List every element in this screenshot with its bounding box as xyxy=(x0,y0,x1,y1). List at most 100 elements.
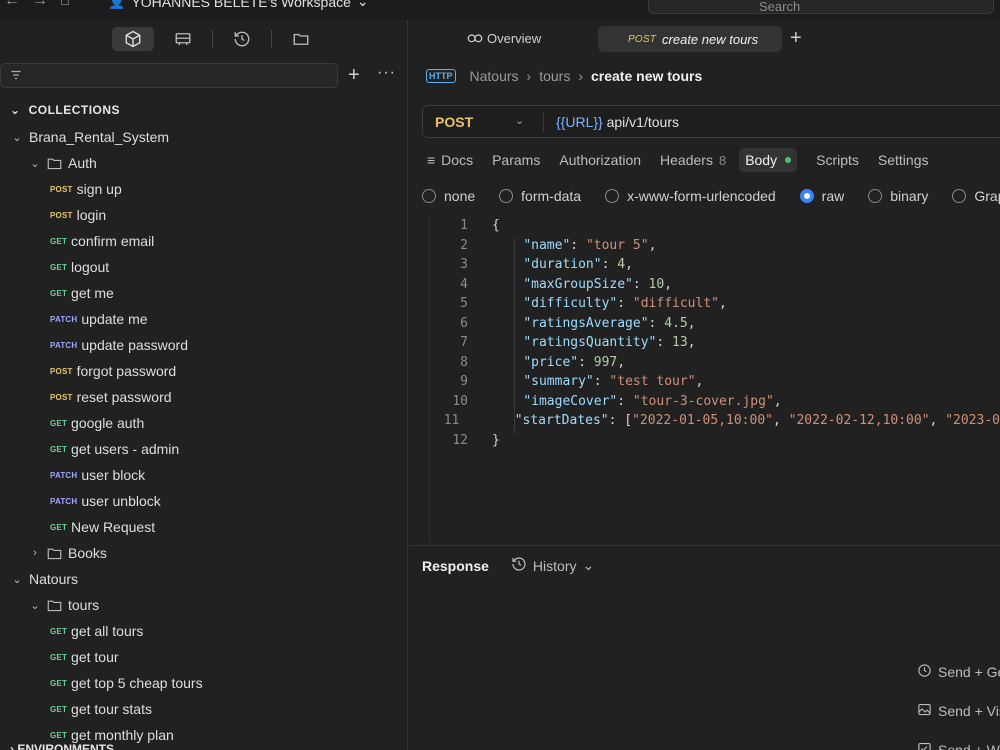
filter-icon xyxy=(9,68,23,85)
chevron-down-icon[interactable]: ⌄ xyxy=(28,599,42,612)
send-and-visualize-button[interactable]: Send + Vis xyxy=(917,691,1000,730)
request-item[interactable]: POST sign up xyxy=(0,176,407,202)
tab-overview[interactable]: Overview xyxy=(467,30,541,47)
code-token: "name" xyxy=(523,237,571,253)
code-token: "duration" xyxy=(523,257,602,273)
more-options-icon[interactable]: ··· xyxy=(377,64,396,82)
tab-docs[interactable]: ≡ Docs xyxy=(427,152,473,168)
method-badge: GET xyxy=(50,418,68,428)
response-divider[interactable] xyxy=(409,545,1000,546)
folder-item[interactable]: ⌄ Auth xyxy=(0,150,407,176)
request-item[interactable]: GET New Request xyxy=(0,514,407,540)
request-item[interactable]: PATCH update me xyxy=(0,306,407,332)
tab-headers[interactable]: Headers 8 xyxy=(660,152,726,168)
request-item[interactable]: GET get users - admin xyxy=(0,436,407,462)
collection-filter-input[interactable] xyxy=(0,63,338,88)
request-item[interactable]: GET get all tours xyxy=(0,618,407,644)
radio-circle xyxy=(799,189,814,203)
chevron-down-icon[interactable]: ⌄ xyxy=(10,573,24,586)
body-type-radio[interactable]: GraphQL xyxy=(952,188,1000,204)
body-code-editor[interactable]: 1{2 "name": "tour 5", 3 "duration": 4, 4 "… xyxy=(429,216,1000,542)
radio-label: form-data xyxy=(521,188,582,204)
environments-tool-button[interactable] xyxy=(162,27,204,51)
radio-label: GraphQL xyxy=(974,188,1000,204)
chevron-right-icon[interactable]: › xyxy=(28,547,42,559)
tab-authorization[interactable]: Authorization xyxy=(559,152,641,168)
code-token: { xyxy=(492,218,500,234)
tab-body[interactable]: Body xyxy=(739,148,798,172)
code-token: : xyxy=(617,393,633,409)
code-token: "tour 5" xyxy=(585,237,649,253)
chevron-down-icon[interactable]: ⌄ xyxy=(10,131,24,144)
request-item[interactable]: PATCH user block xyxy=(0,462,407,488)
sidebar-toolbar xyxy=(112,27,322,51)
environments-header[interactable]: › ENVIRONMENTS xyxy=(10,742,114,750)
send-label: Send + Ge xyxy=(938,663,1000,680)
tab-create-new-tours[interactable]: POST create new tours xyxy=(598,26,782,52)
breadcrumb: HTTP Natours › tours › create new tours xyxy=(426,68,702,84)
request-item[interactable]: PATCH update password xyxy=(0,332,407,358)
request-item[interactable]: GET google auth xyxy=(0,410,407,436)
body-type-radio[interactable]: x-www-form-urlencoded xyxy=(605,188,776,204)
history-tool-button[interactable] xyxy=(221,27,263,51)
response-label[interactable]: Response xyxy=(422,558,489,574)
request-item[interactable]: POST forgot password xyxy=(0,358,407,384)
code-token: 10 xyxy=(648,276,665,292)
new-tab-plus-icon[interactable]: + xyxy=(790,27,802,50)
global-search-input[interactable]: Search xyxy=(648,0,994,14)
code-token: , xyxy=(718,296,727,312)
request-item[interactable]: GET confirm email xyxy=(0,228,407,254)
code-token: "ratingsQuantity" xyxy=(523,335,657,351)
url-input[interactable]: {{URL}} api/v1/tours xyxy=(556,114,679,130)
breadcrumb-folder[interactable]: tours xyxy=(539,68,570,84)
collections-header[interactable]: ⌄ COLLECTIONS xyxy=(10,103,120,117)
collection-item[interactable]: ⌄ Brana_Rental_System xyxy=(0,124,407,150)
body-type-options: none form-data x-www-form-urlencoded raw bin… xyxy=(422,188,1000,204)
request-name[interactable]: create new tours xyxy=(591,68,702,84)
request-item[interactable]: GET get top 5 cheap tours xyxy=(0,670,407,696)
code-line: 2 "name": "tour 5", xyxy=(430,236,1000,256)
folder-item[interactable]: ⌄ tours xyxy=(0,592,407,618)
tree-item-label: Books xyxy=(68,545,107,561)
line-number: 7 xyxy=(460,335,468,351)
forward-arrow-icon[interactable]: → xyxy=(32,0,48,10)
collections-tool-button[interactable] xyxy=(112,27,154,51)
workspace-switcher[interactable]: 👤 YOHANNES BELETE's Workspace ⌄ xyxy=(108,0,369,10)
body-type-radio[interactable]: none xyxy=(422,188,475,204)
code-line: 7 "ratingsQuantity": 13, xyxy=(430,333,1000,353)
send-and-write-button[interactable]: Send + Wr xyxy=(917,730,1000,750)
tab-settings-label: Settings xyxy=(877,152,929,168)
back-arrow-icon[interactable]: ← xyxy=(4,0,20,10)
request-item[interactable]: PATCH user unblock xyxy=(0,488,407,514)
request-item[interactable]: POST login xyxy=(0,202,407,228)
search-placeholder: Search xyxy=(759,0,801,14)
body-type-radio[interactable]: form-data xyxy=(499,188,581,204)
new-collection-plus-icon[interactable]: + xyxy=(348,64,360,87)
tree-item-label: get top 5 cheap tours xyxy=(71,675,203,691)
tab-scripts[interactable]: Scripts xyxy=(816,152,859,168)
send-and-get-button[interactable]: Send + Ge xyxy=(917,652,1000,691)
chevron-down-icon[interactable]: ⌄ xyxy=(515,114,524,127)
collection-item[interactable]: ⌄ Natours xyxy=(0,566,407,592)
method-select[interactable]: POST xyxy=(435,114,473,130)
request-item[interactable]: GET get tour stats xyxy=(0,696,407,722)
files-tool-button[interactable] xyxy=(280,27,322,51)
request-item[interactable]: GET get me xyxy=(0,280,407,306)
folder-item[interactable]: › Books xyxy=(0,540,407,566)
body-type-radio[interactable]: binary xyxy=(868,188,928,204)
method-badge: GET xyxy=(50,704,68,714)
request-item[interactable]: POST reset password xyxy=(0,384,407,410)
history-dropdown[interactable]: History ⌄ xyxy=(511,556,594,575)
request-item[interactable]: GET logout xyxy=(0,254,407,280)
request-item[interactable]: GET get tour xyxy=(0,644,407,670)
breadcrumb-collection[interactable]: Natours xyxy=(470,68,519,84)
code-token: 13 xyxy=(672,335,688,351)
tab-params[interactable]: Params xyxy=(492,152,540,168)
code-line: 5 "difficulty": "difficult", xyxy=(430,294,1000,314)
body-type-radio[interactable]: raw xyxy=(799,188,844,204)
chevron-down-icon[interactable]: ⌄ xyxy=(28,157,42,170)
tab-settings[interactable]: Settings xyxy=(878,152,929,168)
home-icon[interactable]: ⌂ xyxy=(60,0,70,10)
